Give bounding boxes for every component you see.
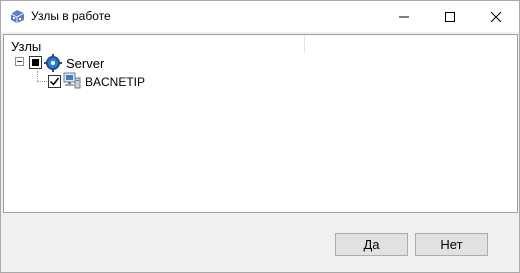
network-computer-icon: [63, 72, 81, 90]
tree-node-bacnetip[interactable]: BACNETIP: [85, 75, 145, 89]
nodes-tree[interactable]: Узлы Server BACNETIP: [3, 34, 518, 213]
tree-node-server[interactable]: Server: [66, 56, 104, 71]
maximize-icon: [445, 11, 455, 22]
title-bar[interactable]: Узлы в работе: [1, 1, 519, 32]
column-divider[interactable]: [304, 35, 305, 53]
close-icon: [491, 11, 501, 22]
minimize-button[interactable]: [381, 1, 427, 32]
server-gear-icon: [44, 54, 62, 72]
bacnetip-checkbox[interactable]: [48, 75, 61, 88]
maximize-button[interactable]: [427, 1, 473, 32]
window-title: Узлы в работе: [31, 9, 111, 23]
yes-button[interactable]: Да: [335, 233, 408, 256]
server-checkbox[interactable]: [29, 56, 42, 69]
no-button[interactable]: Нет: [415, 233, 488, 256]
tree-connector-vertical: [37, 71, 38, 81]
app-icon: [9, 8, 26, 25]
dialog-window: Узлы в работе Узлы Server BACNETIP Да Не…: [0, 0, 520, 273]
tree-column-header: Узлы: [11, 39, 42, 54]
minimize-icon: [399, 16, 409, 17]
collapse-server-toggle[interactable]: [15, 57, 24, 66]
close-button[interactable]: [473, 1, 519, 32]
tree-connector-horizontal: [37, 81, 47, 82]
